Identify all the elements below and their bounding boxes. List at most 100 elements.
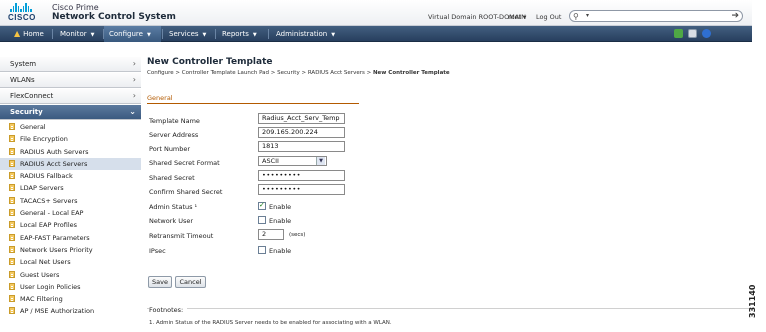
sidebar-item-radius-auth-servers[interactable]: RADIUS Auth Servers — [0, 146, 141, 158]
document-icon — [9, 172, 15, 180]
sidebar-item-eap-fast-parameters[interactable]: EAP-FAST Parameters — [0, 232, 141, 244]
ipsec-enable-label: Enable — [269, 247, 292, 255]
logout-link[interactable]: Log Out — [536, 13, 561, 21]
search-scope-dropdown-icon[interactable]: ▾ — [586, 11, 589, 21]
sidebar-menu-label: FlexConnect — [10, 92, 54, 100]
admin-status-checkbox[interactable] — [258, 201, 266, 210]
template-name-input[interactable]: Radius_Acct_Serv_Temp — [258, 113, 345, 124]
sidebar-item-label: File Encryption — [20, 135, 68, 144]
breadcrumb-configure[interactable]: Configure > — [147, 70, 180, 76]
sidebar-item-guest-users[interactable]: Guest Users — [0, 269, 141, 281]
nav-services[interactable]: Services ▼ — [165, 26, 210, 42]
refresh-icon[interactable] — [674, 29, 683, 38]
sidebar-item-label: AP / MSE Authorization — [20, 307, 95, 316]
ipsec-label: IPsec — [149, 247, 166, 255]
network-user-label: Network User — [149, 217, 194, 225]
nav-divider — [215, 29, 216, 39]
search-icon[interactable]: ⚲ — [573, 12, 579, 21]
server-address-label: Server Address — [149, 131, 199, 139]
sidebar-item-general-local-eap[interactable]: General - Local EAP — [0, 207, 141, 219]
sidebar-item-label: Network Users Priority — [20, 245, 93, 254]
search-go-icon[interactable]: ➔ — [731, 11, 739, 21]
chevron-right-icon: › — [132, 59, 136, 68]
breadcrumb: Configure > Controller Template Launch P… — [147, 70, 450, 76]
sidebar-item-radius-fallback[interactable]: RADIUS Fallback — [0, 170, 141, 182]
document-icon — [9, 221, 15, 229]
search-box[interactable]: ⚲ ▾ ➔ — [569, 10, 743, 22]
sidebar-menu-system[interactable]: System › — [0, 57, 141, 72]
sidebar-item-ldap-servers[interactable]: LDAP Servers — [0, 182, 141, 194]
sidebar-menu-flexconnect[interactable]: FlexConnect › — [0, 89, 141, 104]
document-icon — [9, 245, 15, 253]
template-name-label: Template Name — [149, 117, 200, 125]
sidebar-item-file-encryption[interactable]: File Encryption — [0, 133, 141, 145]
nav-reports[interactable]: Reports ▼ — [218, 26, 261, 42]
header-bar: CISCO Cisco Prime Network Control System… — [0, 0, 752, 26]
document-icon — [9, 282, 15, 290]
breadcrumb-current: New Controller Template — [372, 70, 450, 76]
user-menu[interactable]: root ▾ — [508, 13, 526, 21]
breadcrumb-security[interactable]: Security > — [277, 70, 306, 76]
sidebar-item-user-login-policies[interactable]: User Login Policies — [0, 281, 141, 293]
section-title-general: General — [147, 94, 173, 102]
shared-secret-format-value: ASCII — [262, 157, 279, 165]
sidebar-item-label: MAC Filtering — [20, 295, 63, 304]
footnote-divider — [147, 308, 752, 309]
sidebar-item-label: User Login Policies — [20, 282, 81, 291]
section-divider — [147, 103, 359, 104]
chevron-down-icon: ▼ — [202, 32, 207, 38]
sidebar-menu-security[interactable]: Security ⌄ — [0, 105, 141, 120]
chevron-right-icon: › — [132, 75, 136, 84]
logo-text: CISCO — [8, 13, 36, 22]
nav-monitor[interactable]: Monitor ▼ — [56, 26, 98, 42]
sidebar: System › WLANs › FlexConnect › Security … — [0, 57, 141, 332]
save-button[interactable]: Save — [148, 276, 172, 288]
nav-administration[interactable]: Administration ▼ — [272, 26, 339, 42]
sidebar-item-general[interactable]: General — [0, 121, 141, 133]
home-icon: ▲ — [14, 29, 21, 38]
sidebar-item-label: RADIUS Acct Servers — [20, 159, 88, 168]
main-content: New Controller Template Configure > Cont… — [147, 57, 752, 332]
nav-configure-label: Configure — [109, 30, 143, 38]
document-icon — [9, 135, 15, 143]
network-user-checkbox[interactable] — [258, 216, 266, 224]
admin-status-label: Admin Status ¹ — [149, 203, 198, 211]
retransmit-timeout-input[interactable]: 2 — [258, 229, 284, 240]
document-icon — [9, 184, 15, 192]
nav-divider — [162, 29, 163, 39]
shared-secret-input[interactable]: ••••••••• — [258, 170, 345, 181]
nav-home[interactable]: ▲ Home — [10, 26, 48, 42]
cisco-logo: CISCO — [8, 3, 36, 23]
port-number-label: Port Number — [149, 145, 191, 153]
shared-secret-format-select[interactable]: ASCII ▼ — [258, 156, 327, 166]
chevron-down-icon: ▼ — [146, 32, 151, 38]
help-icon[interactable] — [702, 29, 711, 38]
sidebar-item-network-users-priority[interactable]: Network Users Priority — [0, 244, 141, 256]
breadcrumb-launch-pad[interactable]: Controller Template Launch Pad > — [182, 70, 276, 76]
sidebar-item-tacacs-servers[interactable]: TACACS+ Servers — [0, 195, 141, 207]
sidebar-menu-label: WLANs — [10, 76, 35, 84]
product-name: Network Control System — [52, 12, 176, 22]
footnotes-title: Footnotes: — [149, 306, 188, 314]
sidebar-menu-label: Security — [10, 108, 43, 116]
port-number-input[interactable]: 1813 — [258, 141, 345, 152]
sidebar-item-label: TACACS+ Servers — [20, 196, 78, 205]
print-icon[interactable] — [688, 29, 697, 38]
server-address-input[interactable]: 209.165.200.224 — [258, 127, 345, 138]
ipsec-checkbox[interactable] — [258, 246, 266, 254]
sidebar-item-radius-acct-servers[interactable]: RADIUS Acct Servers — [0, 157, 141, 171]
sidebar-item-local-net-users[interactable]: Local Net Users — [0, 256, 141, 268]
sidebar-item-mac-filtering[interactable]: MAC Filtering — [0, 293, 141, 305]
breadcrumb-radius-acct[interactable]: RADIUS Acct Servers > — [308, 70, 371, 76]
product-line-1: Cisco Prime — [52, 3, 99, 12]
nav-divider — [52, 29, 53, 39]
retransmit-timeout-label: Retransmit Timeout — [149, 232, 214, 240]
nav-configure[interactable]: Configure ▼ — [104, 26, 161, 42]
cancel-button[interactable]: Cancel — [175, 276, 206, 288]
sidebar-item-ap-mse-authorization[interactable]: AP / MSE Authorization — [0, 305, 141, 317]
sidebar-item-local-eap-profiles[interactable]: Local EAP Profiles — [0, 219, 141, 231]
admin-status-enable-label: Enable — [269, 203, 292, 211]
sidebar-item-label: RADIUS Fallback — [20, 172, 73, 181]
sidebar-menu-wlans[interactable]: WLANs › — [0, 73, 141, 88]
confirm-shared-secret-input[interactable]: ••••••••• — [258, 184, 345, 195]
